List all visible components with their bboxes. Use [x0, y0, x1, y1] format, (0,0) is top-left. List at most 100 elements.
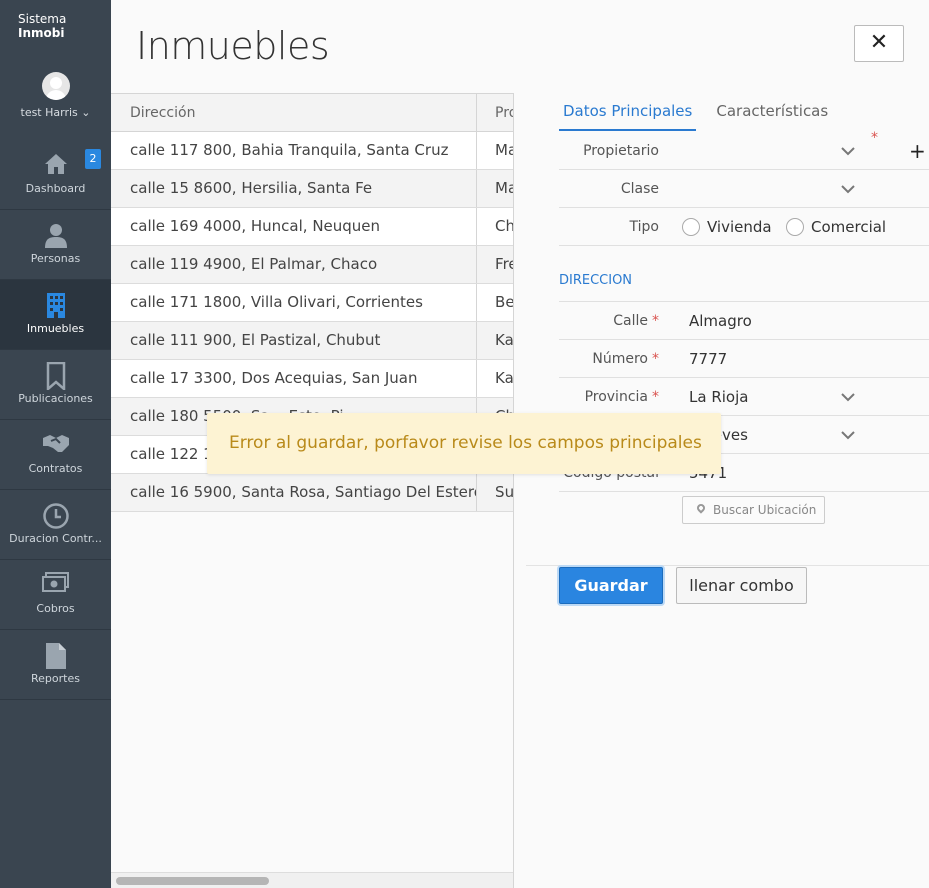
page-title: Inmuebles: [136, 24, 330, 68]
column-header-propietario[interactable]: Pro: [477, 94, 513, 131]
column-header-direccion[interactable]: Dirección: [111, 94, 478, 131]
money-icon: [0, 560, 111, 592]
sidebar-item-label: Dashboard: [25, 182, 86, 195]
chevron-down-icon[interactable]: [841, 428, 855, 442]
propietario-field[interactable]: Propietario * +: [559, 130, 929, 170]
required-icon: *: [652, 351, 659, 367]
numero-field[interactable]: Número * 7777: [559, 340, 929, 378]
chevron-down-icon[interactable]: [841, 390, 855, 404]
cell-propietario: Ma: [495, 141, 513, 159]
person-icon: [0, 210, 111, 248]
radio-vivienda-label[interactable]: Vivienda: [707, 208, 772, 246]
scrollbar-thumb[interactable]: [116, 877, 269, 885]
radio-vivienda[interactable]: [682, 218, 700, 236]
calle-label: Calle: [613, 313, 648, 329]
sidebar-item-label: Personas: [30, 252, 81, 265]
cell-direccion: calle 111 900, El Pastizal, Chubut: [111, 322, 478, 359]
close-button[interactable]: ✕: [854, 25, 904, 62]
close-icon: ✕: [869, 30, 889, 55]
add-propietario-button[interactable]: +: [909, 132, 926, 170]
sidebar-item-dashboard[interactable]: 2 Dashboard: [0, 140, 111, 210]
chevron-down-icon: ⌄: [81, 106, 91, 119]
divider: [526, 565, 929, 566]
cell-direccion: calle 119 4900, El Palmar, Chaco: [111, 246, 478, 283]
table-row[interactable]: calle 16 5900, Santa Rosa, Santiago Del …: [111, 474, 513, 512]
bookmark-icon: [0, 350, 111, 392]
sidebar-item-publicaciones[interactable]: Publicaciones: [0, 350, 111, 420]
cell-propietario: Ch: [495, 217, 513, 235]
sidebar-item-label: Reportes: [31, 672, 80, 685]
clase-label: Clase: [620, 181, 659, 197]
table-row[interactable]: calle 119 4900, El Palmar, Chaco Fre: [111, 246, 513, 284]
table-row[interactable]: calle 15 8600, Hersilia, Santa Fe Ma: [111, 170, 513, 208]
table-row[interactable]: calle 171 1800, Villa Olivari, Corriente…: [111, 284, 513, 322]
cell-propietario: Be: [495, 293, 513, 311]
llenar-combo-button[interactable]: llenar combo: [676, 567, 807, 604]
user-menu[interactable]: test Harris ⌄: [0, 72, 111, 119]
tipo-field: Tipo Vivienda Comercial: [559, 208, 929, 246]
avatar: [41, 72, 70, 100]
cell-direccion: calle 169 4000, Huncal, Neuquen: [111, 208, 478, 245]
required-icon: *: [871, 130, 878, 146]
cell-propietario: Ka: [495, 331, 513, 349]
table-row[interactable]: calle 17 3300, Dos Acequias, San Juan Ka: [111, 360, 513, 398]
cell-propietario: Ka: [495, 369, 513, 387]
chevron-down-icon[interactable]: [841, 144, 855, 158]
provincia-label: Provincia: [584, 389, 648, 405]
cell-direccion: calle 117 800, Bahia Tranquila, Santa Cr…: [111, 132, 478, 169]
tab-caracteristicas[interactable]: Características: [712, 93, 832, 131]
sidebar-item-reportes[interactable]: Reportes: [0, 630, 111, 700]
sidebar: Sistema Inmobi test Harris ⌄ 2 Dashboard…: [0, 0, 111, 888]
sidebar-item-label: Publicaciones: [18, 392, 93, 405]
building-icon: [0, 280, 111, 318]
table-row[interactable]: calle 111 900, El Pastizal, Chubut Ka: [111, 322, 513, 360]
required-icon: *: [652, 313, 659, 329]
numero-label: Número: [592, 351, 648, 367]
document-icon: [0, 630, 111, 669]
form-tabs: Datos Principales Características: [559, 93, 848, 131]
radio-comercial[interactable]: [786, 218, 804, 236]
chevron-down-icon[interactable]: [841, 182, 855, 196]
numero-input[interactable]: 7777: [689, 340, 727, 378]
sidebar-item-label: Contratos: [28, 462, 83, 475]
sidebar-item-label: Cobros: [36, 602, 75, 615]
handshake-icon: [0, 420, 111, 452]
user-name: test Harris: [20, 106, 78, 119]
sidebar-item-contratos[interactable]: Contratos: [0, 420, 111, 490]
section-title: DIRECCION: [559, 273, 633, 288]
sidebar-item-personas[interactable]: Personas: [0, 210, 111, 280]
tab-datos-principales[interactable]: Datos Principales: [559, 93, 697, 131]
clase-field[interactable]: Clase: [559, 170, 929, 208]
clock-icon: [0, 490, 111, 529]
sidebar-item-label: Inmuebles: [26, 322, 85, 335]
cell-direccion: calle 17 3300, Dos Acequias, San Juan: [111, 360, 478, 397]
table-header: Dirección Pro: [111, 94, 513, 132]
radio-comercial-label[interactable]: Comercial: [811, 208, 886, 246]
provincia-select[interactable]: La Rioja: [689, 378, 748, 416]
brand-logo[interactable]: Sistema Inmobi: [18, 12, 66, 40]
sidebar-item-cobros[interactable]: Cobros: [0, 560, 111, 630]
table-row[interactable]: calle 117 800, Bahia Tranquila, Santa Cr…: [111, 132, 513, 170]
guardar-button[interactable]: Guardar: [559, 567, 663, 604]
property-form: Datos Principales Características Propie…: [514, 93, 929, 888]
notification-badge: 2: [85, 149, 101, 169]
sidebar-item-label: Duracion Contr...: [9, 532, 102, 545]
map-pin-icon: [695, 502, 707, 514]
buscar-ubicacion-button[interactable]: Buscar Ubicación: [682, 496, 825, 524]
table-row[interactable]: calle 169 4000, Huncal, Neuquen Ch: [111, 208, 513, 246]
calle-field[interactable]: Calle * Almagro: [559, 302, 929, 340]
cell-propietario: Su: [495, 483, 513, 501]
sidebar-item-duracion-contratos[interactable]: Duracion Contr...: [0, 490, 111, 560]
sidebar-item-inmuebles[interactable]: Inmuebles: [0, 280, 111, 350]
cell-direccion: calle 16 5900, Santa Rosa, Santiago Del …: [111, 474, 478, 511]
calle-input[interactable]: Almagro: [689, 302, 752, 340]
cell-direccion: calle 171 1800, Villa Olivari, Corriente…: [111, 284, 478, 321]
horizontal-scrollbar[interactable]: [111, 872, 513, 888]
cell-direccion: calle 15 8600, Hersilia, Santa Fe: [111, 170, 478, 207]
cell-propietario: Ma: [495, 179, 513, 197]
required-icon: *: [652, 389, 659, 405]
sidebar-nav: 2 Dashboard Personas Inmuebles Publicaci…: [0, 140, 111, 700]
brand-line1: Sistema: [18, 12, 67, 26]
provincia-field[interactable]: Provincia * La Rioja: [559, 378, 929, 416]
error-toast: Error al guardar, porfavor revise los ca…: [207, 413, 721, 474]
